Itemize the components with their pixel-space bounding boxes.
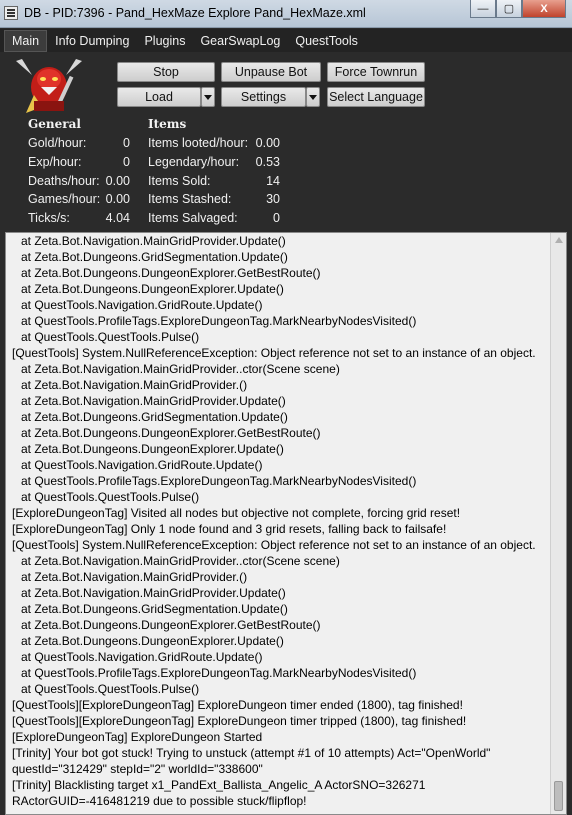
scroll-up-icon[interactable]	[555, 237, 563, 243]
settings-dropdown-icon[interactable]	[306, 87, 320, 107]
log-line: [QuestTools][ExploreDungeonTag] ExploreD…	[12, 698, 463, 712]
log-line: at Zeta.Bot.Dungeons.GridSegmentation.Up…	[21, 250, 288, 264]
log-line: [QuestTools] System.NullReferenceExcepti…	[12, 538, 536, 552]
log-line: at Zeta.Bot.Navigation.MainGridProvider.…	[21, 586, 286, 600]
stat-label: Items Sold:	[148, 174, 211, 188]
log-lines: at Zeta.Bot.Navigation.MainGridProvider.…	[12, 233, 552, 809]
minimize-button[interactable]: —	[470, 0, 496, 18]
log-line: at Zeta.Bot.Dungeons.DungeonExplorer.Upd…	[21, 442, 284, 456]
close-button[interactable]: X	[522, 0, 566, 18]
log-line: at Zeta.Bot.Navigation.MainGridProvider.…	[21, 394, 286, 408]
log-line: at Zeta.Bot.Navigation.MainGridProvider.…	[21, 234, 286, 248]
stat-value: 14	[266, 174, 280, 188]
tab-info-dumping[interactable]: Info Dumping	[48, 31, 136, 51]
stat-value: 4.04	[105, 211, 130, 225]
window-controls: — ▢ X	[470, 0, 566, 20]
title-bar: DB - PID:7396 - Pand_HexMaze Explore Pan…	[0, 0, 572, 28]
tab-main[interactable]: Main	[4, 29, 48, 52]
log-line: at QuestTools.QuestTools.Pulse()	[21, 330, 200, 344]
log-line: at QuestTools.QuestTools.Pulse()	[21, 490, 200, 504]
log-line: at QuestTools.Navigation.GridRoute.Updat…	[21, 650, 263, 664]
log-line: at QuestTools.ProfileTags.ExploreDungeon…	[21, 314, 417, 328]
maximize-button[interactable]: ▢	[496, 0, 522, 18]
stat-value: 0.00	[105, 192, 130, 206]
log-line: [ExploreDungeonTag] Only 1 node found an…	[12, 522, 447, 536]
log-line: at Zeta.Bot.Dungeons.DungeonExplorer.Get…	[21, 618, 321, 632]
log-line: RActorGUID=-416481219 due to possible st…	[12, 794, 307, 808]
log-line: at Zeta.Bot.Dungeons.GridSegmentation.Up…	[21, 410, 288, 424]
log-line: at Zeta.Bot.Navigation.MainGridProvider.…	[21, 570, 248, 584]
general-heading: General	[28, 117, 81, 131]
log-line: [ExploreDungeonTag] ExploreDungeon Start…	[12, 730, 263, 744]
log-scrollbar[interactable]	[550, 233, 566, 814]
app-icon[interactable]	[4, 6, 18, 20]
log-line: [Trinity] Your bot got stuck! Trying to …	[12, 746, 491, 760]
log-line: [QuestTools] System.NullReferenceExcepti…	[12, 346, 536, 360]
log-line: at Zeta.Bot.Navigation.MainGridProvider.…	[21, 554, 340, 568]
stat-label: Items Stashed:	[148, 192, 232, 206]
select-language-button[interactable]: Select Language	[327, 87, 425, 107]
log-output[interactable]: at Zeta.Bot.Navigation.MainGridProvider.…	[5, 232, 567, 815]
stat-value: 0.53	[255, 155, 280, 169]
items-heading: Items	[148, 117, 187, 131]
menu-bar: Main Info Dumping Plugins GearSwapLog Qu…	[0, 29, 572, 52]
log-line: at Zeta.Bot.Dungeons.GridSegmentation.Up…	[21, 602, 288, 616]
demonbuddy-logo	[16, 59, 82, 113]
log-line: at Zeta.Bot.Dungeons.DungeonExplorer.Get…	[21, 266, 321, 280]
tab-questtools[interactable]: QuestTools	[288, 31, 365, 51]
unpause-bot-button[interactable]: Unpause Bot	[221, 62, 321, 82]
scroll-thumb[interactable]	[554, 781, 563, 811]
tab-plugins[interactable]: Plugins	[137, 31, 192, 51]
log-line: [Trinity] Blacklisting target x1_PandExt…	[12, 778, 426, 792]
log-line: [ExploreDungeonTag] Visited all nodes bu…	[12, 506, 461, 520]
stat-label: Ticks/s:	[28, 211, 70, 225]
log-line: [QuestTools][ExploreDungeonTag] ExploreD…	[12, 714, 467, 728]
log-line: at Zeta.Bot.Navigation.MainGridProvider.…	[21, 378, 248, 392]
log-line: at Zeta.Bot.Dungeons.DungeonExplorer.Upd…	[21, 634, 284, 648]
log-line: at Zeta.Bot.Navigation.MainGridProvider.…	[21, 362, 340, 376]
tab-gearswaplog[interactable]: GearSwapLog	[193, 31, 287, 51]
stat-value: 0	[123, 155, 130, 169]
stat-label: Legendary/hour:	[148, 155, 240, 169]
settings-button[interactable]: Settings	[221, 87, 306, 107]
load-button[interactable]: Load	[117, 87, 201, 107]
log-line: at QuestTools.ProfileTags.ExploreDungeon…	[21, 474, 417, 488]
log-line: at QuestTools.QuestTools.Pulse()	[21, 682, 200, 696]
stat-value: 0	[123, 136, 130, 150]
log-line: questId="312429" stepId="2" worldId="338…	[12, 762, 263, 776]
stat-value: 0.00	[105, 174, 130, 188]
load-dropdown-icon[interactable]	[201, 87, 215, 107]
log-line: at Zeta.Bot.Dungeons.DungeonExplorer.Get…	[21, 426, 321, 440]
stat-value: 0	[273, 211, 280, 225]
stat-value: 30	[266, 192, 280, 206]
stop-button[interactable]: Stop	[117, 62, 215, 82]
log-line: at QuestTools.Navigation.GridRoute.Updat…	[21, 298, 263, 312]
window-title: DB - PID:7396 - Pand_HexMaze Explore Pan…	[24, 6, 366, 20]
log-line: at QuestTools.ProfileTags.ExploreDungeon…	[21, 666, 417, 680]
force-townrun-button[interactable]: Force Townrun	[327, 62, 425, 82]
stat-value: 0.00	[255, 136, 280, 150]
stat-label: Items Salvaged:	[148, 211, 238, 225]
log-line: at QuestTools.Navigation.GridRoute.Updat…	[21, 458, 263, 472]
log-line: at Zeta.Bot.Dungeons.DungeonExplorer.Upd…	[21, 282, 284, 296]
